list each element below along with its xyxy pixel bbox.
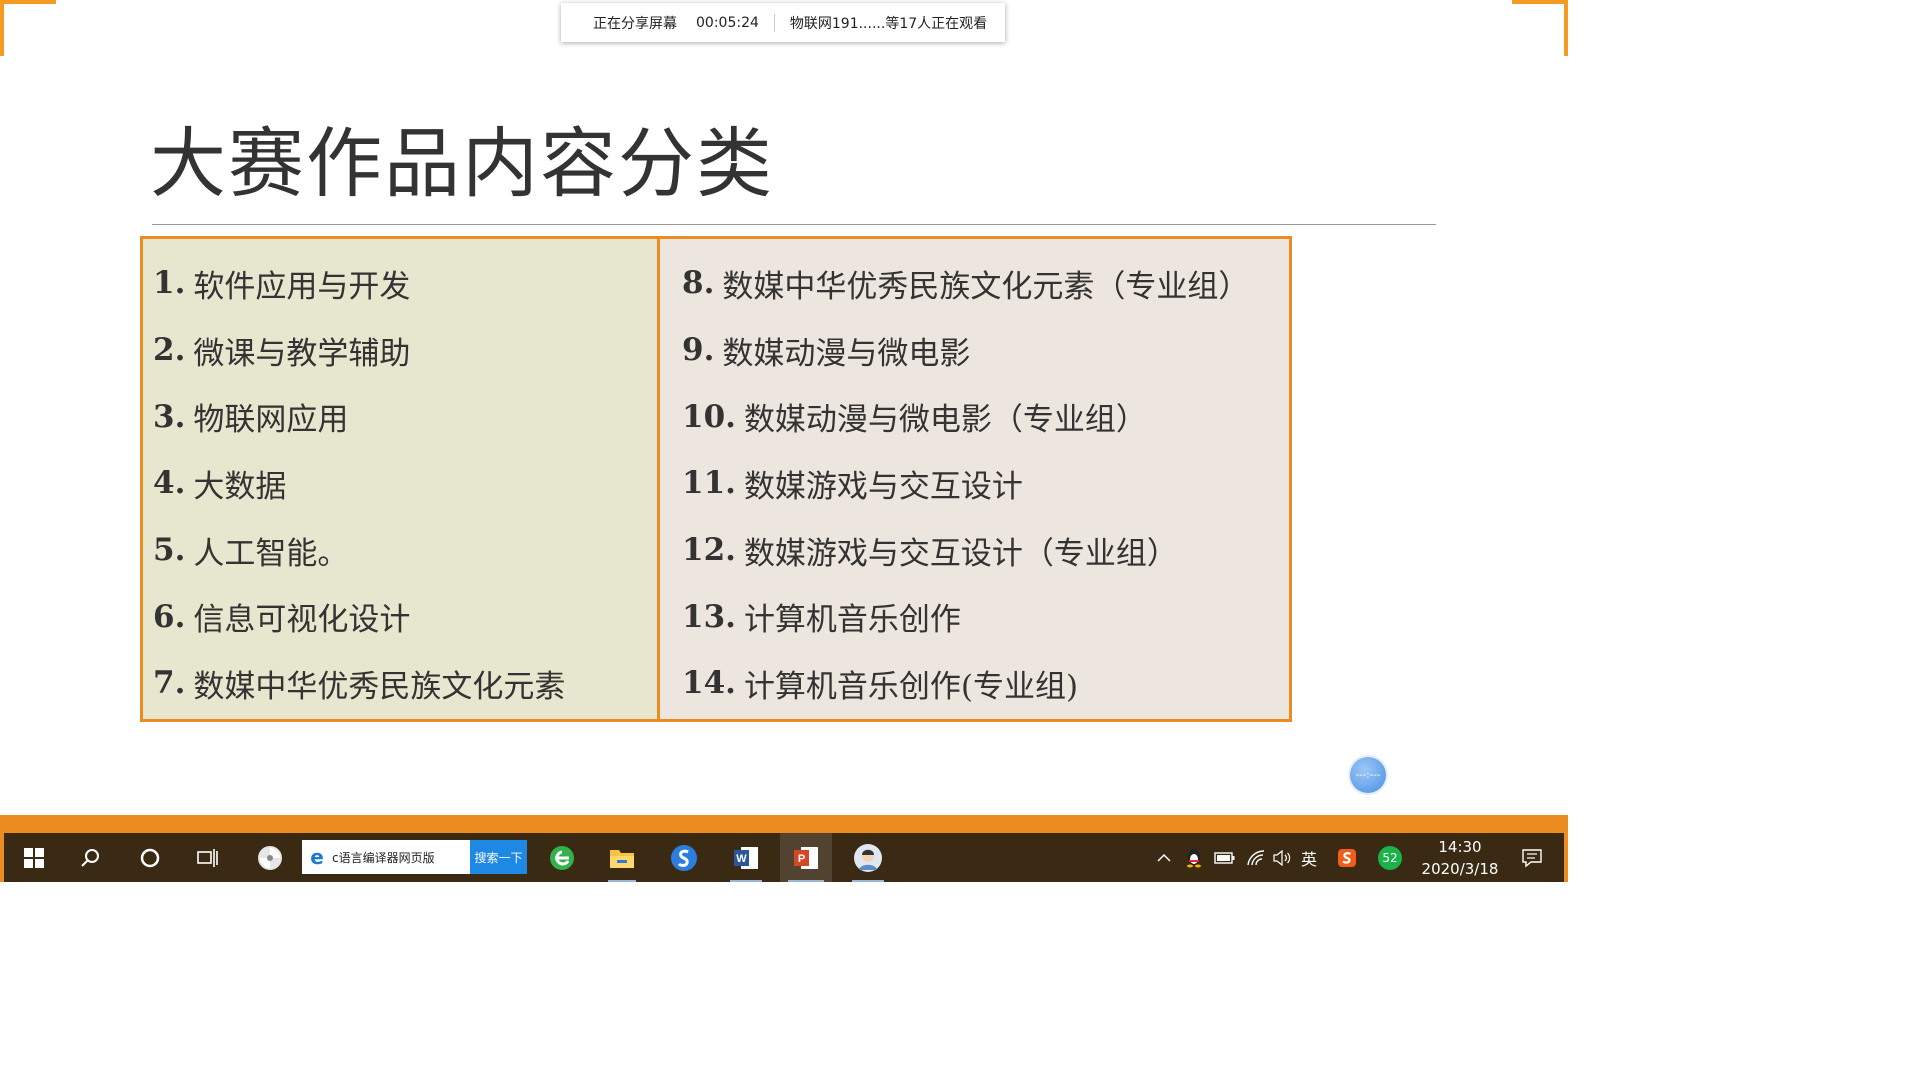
- category-item: 8. 数媒中华优秀民族文化元素（专业组）: [682, 265, 1250, 305]
- web-search-field[interactable]: e c语言编译器网页版: [302, 840, 470, 874]
- svg-text:W: W: [736, 853, 747, 865]
- taskbar: e c语言编译器网页版 搜索一下 W P 英 52 14:30 2020/3/1…: [0, 833, 1568, 882]
- powerpoint-app-button[interactable]: P: [780, 833, 832, 882]
- category-item: 11. 数媒游戏与交互设计: [682, 465, 1023, 505]
- word-icon: W: [734, 846, 758, 869]
- category-item: 12. 数媒游戏与交互设计（专业组）: [682, 532, 1178, 572]
- sogou-s-icon: [671, 844, 697, 871]
- share-timer: 00:05:24: [696, 14, 759, 31]
- security-tray-button[interactable]: 52: [1376, 833, 1404, 882]
- pinned-app-button[interactable]: [248, 833, 292, 882]
- action-center-button[interactable]: [1512, 833, 1552, 882]
- slide-title: 大赛作品内容分类: [150, 119, 774, 208]
- category-item: 1. 软件应用与开发: [153, 265, 411, 305]
- floating-assist-button[interactable]: ---:---: [1350, 757, 1386, 793]
- show-hidden-icons-button[interactable]: [1152, 833, 1176, 882]
- speaker-icon: [1273, 849, 1291, 866]
- cortana-button[interactable]: [128, 833, 172, 882]
- wifi-icon: [1247, 849, 1265, 865]
- svg-text:P: P: [798, 853, 805, 865]
- start-button[interactable]: [12, 833, 56, 882]
- qq-tray-button[interactable]: [1182, 833, 1206, 882]
- category-item: 7. 数媒中华优秀民族文化元素: [153, 665, 566, 705]
- folder-icon: [610, 849, 634, 868]
- notification-badge: 52: [1378, 845, 1402, 870]
- notification-icon: [1522, 848, 1542, 867]
- system-clock[interactable]: 14:30 2020/3/18: [1416, 836, 1504, 880]
- category-item: 13. 计算机音乐创作: [682, 598, 961, 639]
- avatar-icon: [854, 843, 882, 872]
- network-tray-button[interactable]: [1244, 833, 1268, 882]
- share-corner-top-left: [0, 0, 56, 56]
- word-app-button[interactable]: W: [722, 833, 770, 882]
- running-indicator: [730, 880, 762, 882]
- share-border-band: [0, 815, 1568, 833]
- clock-date: 2020/3/18: [1421, 860, 1499, 878]
- category-item: 9. 数媒动漫与微电影: [682, 332, 971, 372]
- search-button[interactable]: [68, 833, 112, 882]
- category-column-right: 8. 数媒中华优秀民族文化元素（专业组） 9. 数媒动漫与微电影 10. 数媒动漫与微…: [660, 239, 1289, 719]
- edge-icon: e: [310, 845, 324, 869]
- category-item: 14. 计算机音乐创作(专业组): [682, 665, 1079, 705]
- task-view-button[interactable]: [186, 833, 230, 882]
- category-item: 3. 物联网应用: [153, 398, 349, 439]
- qq-penguin-icon: [1187, 848, 1201, 867]
- share-status-text: 正在分享屏幕: [593, 15, 677, 32]
- pinwheel-app-icon: [258, 845, 282, 870]
- web-search-button[interactable]: 搜索一下: [470, 840, 527, 874]
- title-divider: [152, 224, 1436, 225]
- running-indicator: [608, 880, 636, 882]
- share-viewers-text[interactable]: 物联网191......等17人正在观看: [790, 13, 987, 33]
- task-view-icon: [197, 848, 218, 867]
- battery-tray-button[interactable]: [1212, 833, 1238, 882]
- sogou-ime-tray-button[interactable]: [1334, 833, 1360, 882]
- battery-icon: [1214, 851, 1235, 864]
- share-divider: [773, 13, 775, 32]
- sogou-browser-button[interactable]: [662, 833, 706, 882]
- volume-tray-button[interactable]: [1270, 833, 1294, 882]
- screen-share-bar[interactable]: 正在分享屏幕 00:05:24 物联网191......等17人正在观看: [561, 3, 1005, 42]
- category-item: 10. 数媒动漫与微电影（专业组）: [682, 398, 1147, 439]
- running-indicator: [788, 880, 824, 882]
- green-browser-icon: [550, 845, 574, 870]
- input-language-indicator[interactable]: 英: [1301, 833, 1317, 882]
- running-indicator: [852, 880, 884, 882]
- meeting-app-button[interactable]: [844, 833, 892, 882]
- category-item: 5. 人工智能。: [153, 532, 349, 572]
- category-table: 1. 软件应用与开发 2. 微课与教学辅助 3. 物联网应用 4. 大数据 5. 人工智能…: [140, 236, 1292, 722]
- file-explorer-button[interactable]: [600, 833, 644, 882]
- cortana-icon: [140, 848, 160, 867]
- web-search-text: c语言编译器网页版: [332, 850, 435, 865]
- clock-time: 14:30: [1438, 838, 1482, 856]
- chevron-up-icon: [1157, 853, 1171, 862]
- browser-app-button[interactable]: [540, 833, 584, 882]
- category-column-left: 1. 软件应用与开发 2. 微课与教学辅助 3. 物联网应用 4. 大数据 5. 人工智能…: [143, 239, 660, 719]
- windows-icon: [24, 847, 44, 868]
- share-corner-top-right: [1512, 0, 1568, 56]
- category-item: 4. 大数据: [153, 465, 287, 505]
- powerpoint-icon: P: [794, 846, 818, 869]
- category-item: 6. 信息可视化设计: [153, 598, 411, 639]
- sogou-ime-icon: [1338, 848, 1356, 867]
- search-icon: [81, 848, 99, 867]
- category-item: 2. 微课与教学辅助: [153, 332, 411, 372]
